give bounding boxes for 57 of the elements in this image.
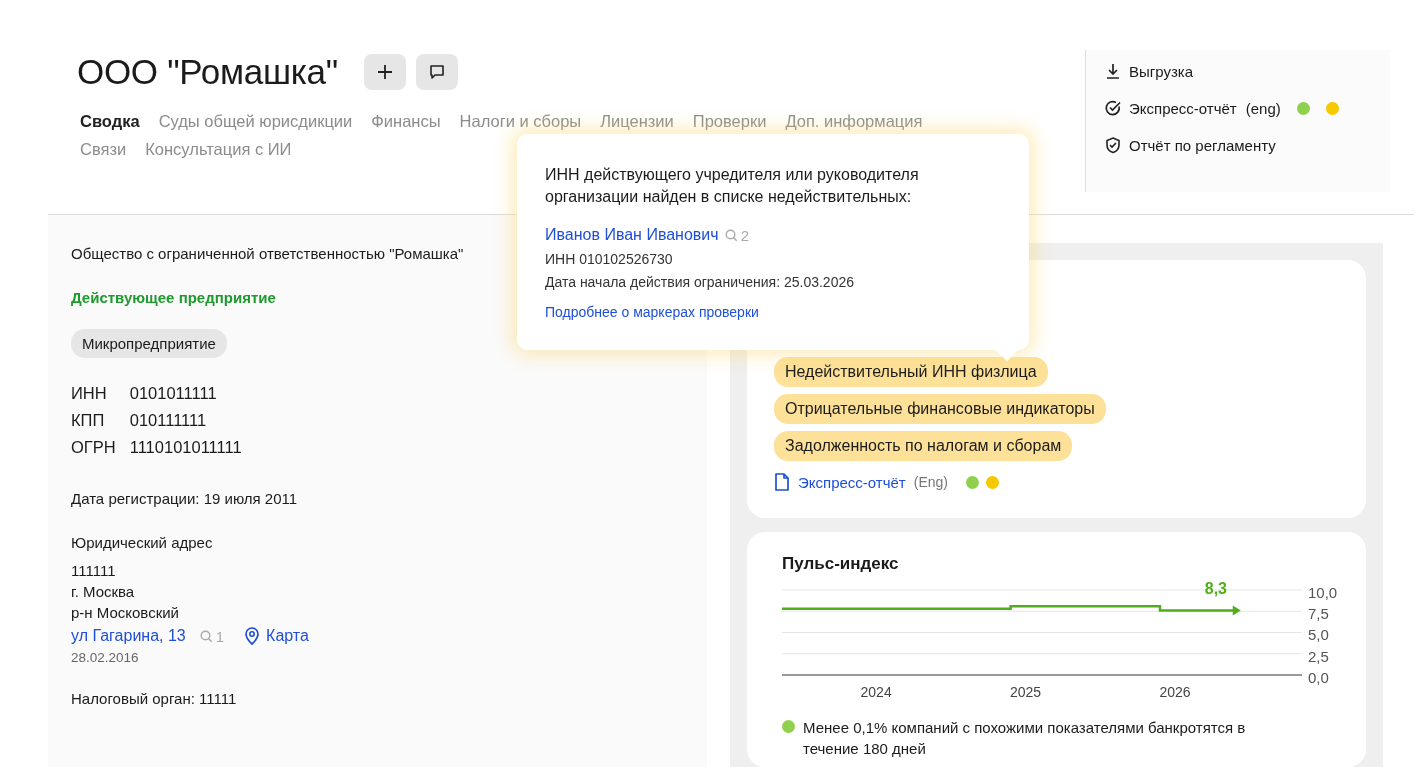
shield-icon — [1104, 136, 1122, 154]
x-tick-label: 2024 — [859, 684, 893, 700]
restriction-date: Дата начала действия ограничения: 25.03.2026 — [545, 274, 856, 290]
search-count: 1 — [215, 627, 225, 645]
language-label: (Eng) — [913, 474, 948, 490]
nav-tab[interactable]: Сводка — [80, 112, 140, 131]
map-link[interactable]: Карта — [266, 627, 309, 645]
category-tag: Микропредприятие — [71, 329, 227, 358]
menu-link[interactable]: Экспресс-отчёт — [1129, 99, 1237, 117]
person-link[interactable]: Иванов Иван Иванович — [545, 226, 719, 244]
check-circle-icon — [1104, 99, 1122, 117]
code-value: 0101011111 — [129, 384, 218, 403]
company-title: ООО "Ромашка" — [77, 52, 338, 92]
bankruptcy-note: Менее 0,1% компаний с похожими показателями банкротятся в течение 180 дней — [803, 718, 1247, 759]
address-line: г. Москва — [71, 583, 136, 600]
code-value: 010111111 — [129, 411, 208, 430]
y-tick-label: 5,0 — [1308, 626, 1330, 645]
code-value: 1110101011111 — [129, 438, 242, 457]
comment-button[interactable] — [415, 54, 458, 90]
address-line: 111111 — [71, 562, 117, 579]
registration-date: Дата регистрации: 19 июля 2011 — [71, 490, 298, 507]
document-icon — [774, 473, 790, 491]
tooltip-message: ИНН действующего учредителя или руководителя организации найден в списке недействительных: — [545, 165, 920, 207]
address-title: Юридический адрес — [71, 534, 213, 551]
menu-link[interactable]: Выгрузка — [1129, 62, 1194, 80]
address-line: р-н Московский — [71, 604, 179, 621]
warning-tag[interactable]: Задолженность по налогам и сборам — [774, 431, 1073, 461]
nav-tab[interactable]: Связи — [80, 140, 127, 159]
street-link[interactable]: ул Гагарина, 13 — [71, 627, 186, 645]
company-status: Действующее предприятие — [71, 289, 276, 306]
pulse-title: Пульс-индекс — [782, 554, 900, 574]
x-tick-label: 2026 — [1158, 684, 1192, 700]
report-link[interactable]: Экспресс-отчёт — [798, 473, 906, 491]
add-button[interactable] — [363, 54, 406, 90]
code-label: КПП — [71, 411, 106, 430]
search-icon — [199, 629, 213, 643]
language-label: (eng) — [1245, 99, 1281, 117]
address-date: 28.02.2016 — [71, 650, 139, 665]
code-label: ИНН — [71, 384, 108, 403]
current-value: 8,3 — [1204, 580, 1227, 599]
y-tick-label: 7,5 — [1308, 605, 1330, 624]
download-icon — [1104, 62, 1122, 80]
warning-tag[interactable]: Отрицательные финансовые индикаторы — [774, 394, 1106, 424]
y-tick-label: 10,0 — [1308, 584, 1338, 603]
code-label: ОГРН — [71, 438, 116, 457]
menu-link[interactable]: Отчёт по регламенту — [1129, 136, 1276, 154]
warning-tag[interactable]: Недействительный ИНН физлица — [774, 357, 1048, 387]
person-inn: ИНН 010102526730 — [545, 251, 674, 267]
details-link[interactable]: Подробнее о маркерах проверки — [545, 304, 759, 320]
x-tick-label: 2025 — [1009, 684, 1043, 700]
map-pin-icon — [244, 627, 261, 645]
search-count: 2 — [740, 226, 749, 244]
y-tick-label: 0,0 — [1308, 668, 1330, 688]
y-tick-label: 2,5 — [1308, 647, 1330, 667]
company-full-name: Общество с ограниченной ответственностью "Ромашка" — [71, 245, 464, 262]
search-icon — [724, 228, 738, 242]
tax-office: Налоговый орган: 11111 — [71, 690, 237, 707]
